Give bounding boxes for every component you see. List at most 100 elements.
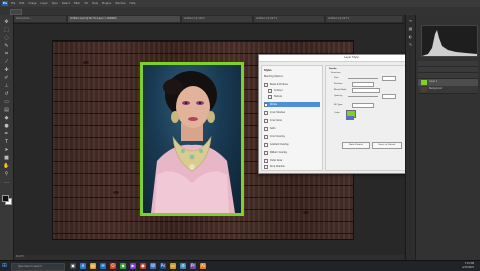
lasso-tool-icon[interactable]: ◌ [3,35,10,41]
eyedropper-tool-icon[interactable]: ⁄ [3,59,10,65]
style-drop-shadow[interactable]: Drop Shadow [264,164,320,169]
more-tools-icon[interactable]: … [3,179,10,185]
make-default-button[interactable]: Make Default [342,142,370,149]
outer-glow-checkbox[interactable] [264,158,268,163]
system-tray-clock[interactable]: 7:15 PM 1/17/2021 [462,262,474,269]
tab-document-5[interactable]: Untitled-4 @ 66.7% [326,16,402,22]
photoshop-taskbar-icon[interactable]: Ps [160,263,166,269]
path-select-tool-icon[interactable]: ➤ [3,147,10,153]
satin-checkbox[interactable] [264,126,268,131]
style-texture[interactable]: Texture [264,94,324,99]
styles-header[interactable]: Styles [264,68,320,73]
style-inner-shadow[interactable]: Inner Shadow [264,110,320,115]
marquee-tool-icon[interactable]: ⬚ [3,27,10,33]
media-app-icon[interactable]: ▶ [130,263,136,269]
tab-document-active[interactable]: Untitled-1.psd @ 66.7% (Layer 1, RGB/8#) [68,16,180,22]
fill-type-select[interactable] [352,103,374,108]
inner-shadow-checkbox[interactable] [264,110,268,115]
inner-glow-checkbox[interactable] [264,118,268,123]
office-app-icon[interactable]: O [110,263,116,269]
style-contour[interactable]: Contour [264,88,324,93]
healing-brush-tool-icon[interactable]: ✚ [3,67,10,73]
pen-tool-icon[interactable]: ✒ [3,131,10,137]
color-picker-popup[interactable] [346,116,354,120]
style-satin[interactable]: Satin [264,126,320,131]
menu-window[interactable]: Window [115,1,125,6]
move-tool-icon[interactable]: ✥ [3,19,10,25]
opacity-field[interactable] [382,94,396,99]
edge-browser-icon[interactable]: e [80,263,86,269]
shape-tool-icon[interactable]: ■ [3,155,10,161]
properties-panel-icon[interactable]: ▦ [408,27,413,31]
tab-document-1[interactable]: stock-photo-... [14,16,66,22]
structure-label: Structure [331,72,341,74]
dodge-tool-icon[interactable]: ● [3,123,10,129]
windows-start-icon[interactable]: ⊞ [2,263,8,269]
folder-app-icon[interactable]: ▭ [170,263,176,269]
stroke-checkbox[interactable] [264,102,268,107]
menu-edit[interactable]: Edit [19,1,24,6]
style-inner-glow[interactable]: Inner Glow [264,118,320,123]
word-app-icon[interactable]: W [150,263,156,269]
history-brush-tool-icon[interactable]: ↺ [3,91,10,97]
hand-tool-icon[interactable]: ✋ [3,163,10,169]
gradient-overlay-checkbox[interactable] [264,142,268,147]
style-outer-glow[interactable]: Outer Glow [264,158,320,163]
mail-app-icon[interactable]: ✉ [100,263,106,269]
size-field[interactable] [382,76,396,81]
style-pattern-overlay[interactable]: Pattern Overlay [264,150,320,155]
gradient-tool-icon[interactable]: ▤ [3,107,10,113]
menu-select[interactable]: Select [62,1,70,6]
position-select[interactable] [352,82,374,87]
type-tool-icon[interactable]: T [3,139,10,145]
size-slider[interactable] [348,78,378,79]
foreground-color-swatch[interactable] [2,195,9,202]
reset-default-button[interactable]: Reset to Default [372,142,402,149]
menu-filter[interactable]: Filter [74,1,80,6]
style-stroke-selected[interactable]: Stroke [264,102,320,107]
menu-type[interactable]: Type [52,1,58,6]
style-bevel-emboss[interactable]: Bevel & Emboss [264,82,320,87]
tab-document-4[interactable]: Untitled-3 @ 66.7% [254,16,324,22]
illustrator-app-icon[interactable]: Ai [200,263,206,269]
store-app-icon[interactable]: ◆ [120,263,126,269]
blur-tool-icon[interactable]: ◆ [3,115,10,121]
quick-select-tool-icon[interactable]: ✎ [3,43,10,49]
portrait-photo[interactable] [143,65,241,213]
zoom-tool-icon[interactable]: ⚲ [3,171,10,177]
layer-row[interactable]: Background [418,86,478,94]
brush-panel-icon[interactable]: ✎ [408,43,413,47]
menu-plugins[interactable]: Plugins [102,1,111,6]
menu-layer[interactable]: Layer [41,1,48,6]
menu-file[interactable]: File [11,1,15,6]
file-explorer-icon[interactable]: ▤ [90,263,96,269]
taskbar-date: 1/17/2021 [462,265,474,269]
adjustments-panel-icon[interactable]: ◐ [408,35,413,39]
style-gradient-overlay[interactable]: Gradient Overlay [264,142,320,147]
opacity-slider[interactable] [348,96,378,97]
eraser-tool-icon[interactable]: ▭ [3,99,10,105]
texture-checkbox[interactable] [268,94,272,99]
history-panel-icon[interactable]: ≡ [408,19,413,23]
blend-mode-select[interactable] [352,88,380,93]
drop-shadow-checkbox[interactable] [264,164,268,169]
style-blending-options[interactable]: Blending Options [264,74,320,79]
crop-tool-icon[interactable]: ⌗ [3,51,10,57]
menu-image[interactable]: Image [28,1,36,6]
menu-help[interactable]: Help [130,1,136,6]
menu-view[interactable]: View [92,1,98,6]
settings-app-icon[interactable]: ⚙ [180,263,186,269]
style-color-overlay[interactable]: Color Overlay [264,134,320,139]
contour-checkbox[interactable] [268,88,272,93]
clone-stamp-tool-icon[interactable]: ⊥ [3,83,10,89]
chrome-browser-icon[interactable]: ● [140,263,146,269]
tab-document-3[interactable]: Untitled-2 @ 100% [182,16,252,22]
premiere-app-icon[interactable]: Pr [190,263,196,269]
pattern-overlay-checkbox[interactable] [264,150,268,155]
task-view-icon[interactable]: ▣ [70,263,76,269]
brush-tool-icon[interactable]: ✐ [3,75,10,81]
zoom-level[interactable]: 66.67% [16,255,24,258]
menu-3d[interactable]: 3D [84,1,88,6]
color-overlay-checkbox[interactable] [264,134,268,139]
bevel-checkbox[interactable] [264,82,268,87]
